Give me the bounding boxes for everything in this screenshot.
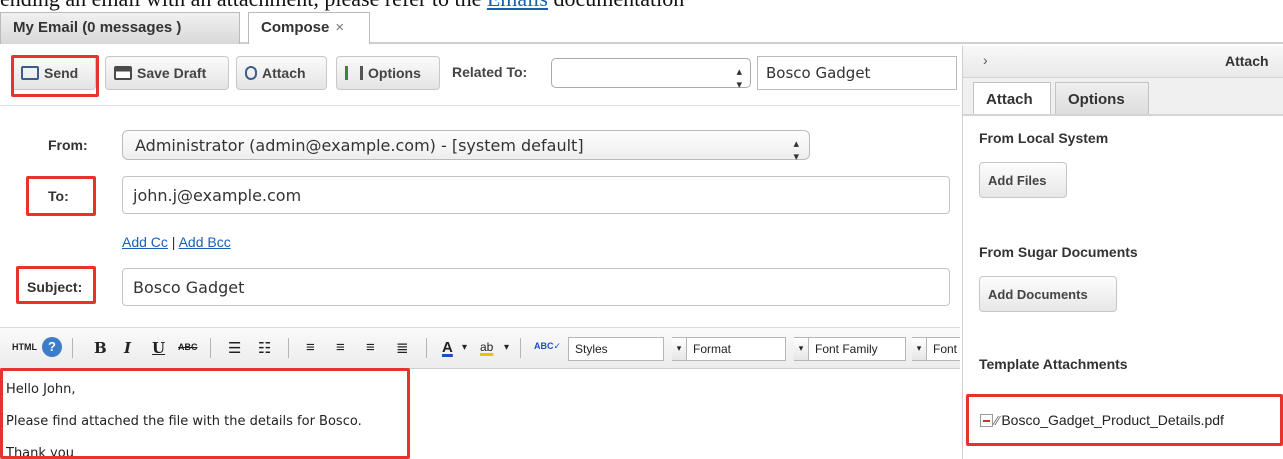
options-button[interactable]: Options bbox=[336, 56, 440, 90]
attachments-panel: › Attach Attach Options From Local Syste… bbox=[962, 46, 1283, 459]
chevron-down-icon: ▾ bbox=[912, 338, 927, 360]
local-system-heading: From Local System bbox=[979, 130, 1109, 146]
editor-toolbar: HTML ? B I U ABC ☰ ☷ ≡ ≡ ≡ ≣ A ▾ ab ▾ AB… bbox=[0, 327, 960, 369]
body-line: Thank you bbox=[6, 446, 74, 459]
text-color-dropdown-icon[interactable]: ▾ bbox=[462, 342, 467, 353]
chevron-down-icon: ▾ bbox=[794, 338, 809, 360]
select-arrow-icon: ▴ ▾ bbox=[793, 137, 799, 163]
doc-caption: ending an email with an attachment, plea… bbox=[0, 0, 1283, 12]
chevron-right-icon[interactable]: › bbox=[983, 52, 988, 68]
add-files-button[interactable]: Add Files bbox=[979, 162, 1067, 198]
add-documents-button[interactable]: Add Documents bbox=[979, 276, 1117, 312]
italic-button[interactable]: I bbox=[124, 339, 131, 357]
to-input[interactable]: john.j@example.com bbox=[122, 176, 950, 214]
template-attachments-heading: Template Attachments bbox=[979, 356, 1128, 372]
format-dropdown[interactable]: ▾ Format bbox=[672, 337, 786, 361]
align-right-icon[interactable]: ≡ bbox=[366, 339, 375, 356]
panel-header: › Attach bbox=[963, 46, 1283, 78]
spellcheck-icon[interactable]: ABC✓ bbox=[534, 341, 561, 352]
add-cc-link[interactable]: Add Cc bbox=[122, 234, 168, 250]
highlight-dropdown-icon[interactable]: ▾ bbox=[504, 342, 509, 353]
html-source-button[interactable]: HTML bbox=[12, 342, 37, 352]
tab-attach[interactable]: Attach bbox=[973, 82, 1051, 114]
attach-button[interactable]: Attach bbox=[236, 56, 327, 90]
body-line: Hello John, bbox=[6, 382, 76, 397]
paperclip-icon bbox=[245, 66, 257, 80]
email-tab-bar: My Email (0 messages ) Compose × bbox=[0, 12, 1283, 44]
body-line: Please find attached the file with the d… bbox=[6, 414, 362, 429]
close-tab-icon[interactable]: × bbox=[335, 19, 344, 36]
remove-attachment-icon[interactable] bbox=[980, 414, 993, 427]
cc-bcc-links: Add Cc | Add Bcc bbox=[122, 234, 231, 250]
numbered-list-icon[interactable]: ☷ bbox=[258, 339, 271, 357]
to-label: To: bbox=[48, 188, 69, 204]
emails-doc-link[interactable]: Emails bbox=[487, 0, 548, 11]
highlight-color-icon[interactable]: ab bbox=[480, 340, 493, 354]
align-justify-icon[interactable]: ≣ bbox=[396, 339, 409, 357]
select-arrow-icon: ▴ ▾ bbox=[736, 66, 742, 91]
add-bcc-link[interactable]: Add Bcc bbox=[179, 234, 231, 250]
save-draft-button[interactable]: Save Draft bbox=[105, 56, 229, 90]
save-icon bbox=[114, 66, 132, 80]
bullet-list-icon[interactable]: ☰ bbox=[228, 339, 241, 357]
font-family-dropdown[interactable]: ▾ Font Family bbox=[794, 337, 906, 361]
subject-label: Subject: bbox=[27, 279, 83, 295]
text-color-icon[interactable]: A bbox=[442, 339, 453, 356]
from-select[interactable]: Administrator (admin@example.com) - [sys… bbox=[122, 130, 810, 163]
subject-input[interactable]: Bosco Gadget bbox=[122, 268, 950, 306]
related-to-label: Related To: bbox=[452, 64, 528, 80]
related-to-input[interactable]: Bosco Gadget bbox=[757, 56, 957, 90]
font-size-dropdown[interactable]: ▾ Font bbox=[912, 337, 960, 361]
from-label: From: bbox=[48, 137, 88, 153]
panel-tabs: Attach Options bbox=[963, 78, 1283, 116]
help-icon[interactable]: ? bbox=[42, 337, 62, 357]
related-to-type-select[interactable]: ▴ ▾ bbox=[551, 58, 751, 91]
paperclip-icon: ⁄⁄ bbox=[995, 413, 1000, 428]
strikethrough-button[interactable]: ABC bbox=[178, 342, 198, 352]
chevron-down-icon: ▾ bbox=[672, 338, 687, 360]
panel-title: Attach bbox=[1225, 53, 1269, 69]
email-body-editor[interactable]: Hello John, Please find attached the fil… bbox=[0, 370, 960, 459]
styles-dropdown[interactable]: Styles bbox=[568, 337, 664, 361]
attachment-item: ⁄⁄ Bosco_Gadget_Product_Details.pdf bbox=[980, 412, 1224, 428]
sugar-documents-heading: From Sugar Documents bbox=[979, 244, 1138, 260]
align-center-icon[interactable]: ≡ bbox=[336, 339, 345, 356]
tab-options[interactable]: Options bbox=[1055, 82, 1149, 114]
send-button[interactable]: Send bbox=[12, 56, 96, 90]
options-icon bbox=[345, 66, 363, 80]
bold-button[interactable]: B bbox=[94, 339, 107, 357]
align-left-icon[interactable]: ≡ bbox=[306, 339, 315, 356]
attachment-filename[interactable]: Bosco_Gadget_Product_Details.pdf bbox=[1001, 412, 1224, 428]
send-icon bbox=[21, 66, 39, 80]
tab-my-email[interactable]: My Email (0 messages ) bbox=[0, 12, 240, 44]
tab-compose[interactable]: Compose × bbox=[248, 12, 370, 44]
underline-button[interactable]: U bbox=[152, 339, 165, 357]
